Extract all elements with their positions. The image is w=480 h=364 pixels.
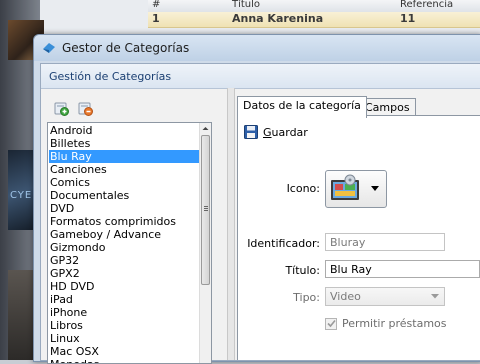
cover-text: CYE [10, 190, 33, 201]
scroll-up-arrow-icon[interactable] [200, 123, 211, 134]
cell-number: 1 [152, 12, 160, 25]
grip-line [204, 206, 208, 207]
type-label: Tipo: [293, 291, 320, 304]
list-item[interactable]: Mac OSX [49, 345, 200, 358]
cell-title: Anna Karenina [232, 12, 324, 25]
film-video-icon [331, 174, 359, 200]
identifier-field[interactable]: Bluray [325, 233, 445, 251]
scroll-thumb[interactable] [201, 135, 210, 285]
list-item[interactable]: iPad [49, 293, 200, 306]
list-item[interactable]: Android [49, 124, 200, 137]
title-field[interactable]: Blu Ray [325, 260, 480, 278]
floppy-disk-icon [244, 125, 258, 139]
title-bar[interactable]: Gestor de Categorías [34, 35, 480, 61]
section-header: Gestión de Categorías [41, 64, 480, 89]
tab-bar: Datos de la categoría Campos [237, 96, 480, 118]
add-category-icon[interactable] [53, 100, 69, 116]
list-item[interactable]: Gameboy / Advance [49, 228, 200, 241]
category-list[interactable]: MonedasMac OSXLinuxLibrosiPhoneiPadHD DV… [47, 122, 212, 364]
list-item[interactable]: GP32 [49, 254, 200, 267]
list-item[interactable]: Formatos comprimidos [49, 215, 200, 228]
list-item[interactable]: Linux [49, 332, 200, 345]
type-select[interactable]: Video [325, 287, 445, 306]
dialog-title: Gestor de Categorías [62, 41, 190, 55]
delete-category-icon[interactable] [77, 100, 93, 116]
column-header-title[interactable]: Título [232, 0, 260, 10]
icon-picker-dropdown[interactable] [325, 170, 387, 208]
list-item[interactable]: Comics [49, 176, 200, 189]
grip-line [204, 208, 208, 209]
list-item[interactable]: Blu Ray [49, 150, 200, 163]
list-item[interactable]: Libros [49, 319, 200, 332]
grip-line [204, 210, 208, 211]
list-item[interactable]: Gizmondo [49, 241, 200, 254]
app-icon [43, 43, 55, 53]
identifier-label: Identificador: [247, 237, 320, 250]
list-item[interactable]: Monedas [49, 358, 200, 363]
table-row[interactable]: 1 Anna Karenina 11 [148, 12, 480, 28]
column-header-number[interactable]: # [152, 0, 160, 10]
section-title: Gestión de Categorías [49, 70, 172, 83]
icon-label: Icono: [286, 182, 320, 195]
checkmark-icon [327, 319, 336, 328]
category-manager-dialog: Gestor de Categorías Gestión de Categorí… [33, 34, 480, 364]
allow-loans-label: Permitir préstamos [342, 317, 447, 330]
list-item[interactable]: Billetes [49, 137, 200, 150]
list-item[interactable]: iPhone [49, 306, 200, 319]
allow-loans-checkbox[interactable] [325, 318, 337, 330]
chevron-down-icon [431, 294, 439, 299]
tab-panel: Guardar Icono: Identificador: Bluray Tít… [237, 115, 480, 360]
list-item[interactable]: HD DVD [49, 280, 200, 293]
panel-splitter[interactable] [227, 88, 235, 360]
column-header-reference[interactable]: Referencia [400, 0, 453, 10]
list-item[interactable]: Documentales [49, 189, 200, 202]
chevron-down-icon [371, 186, 379, 191]
list-item[interactable]: GPX2 [49, 267, 200, 280]
type-value: Video [330, 290, 361, 303]
tab-category-data[interactable]: Datos de la categoría [237, 96, 367, 118]
cell-reference: 11 [400, 12, 416, 25]
title-label: Título: [285, 264, 320, 277]
list-item[interactable]: DVD [49, 202, 200, 215]
list-scrollbar[interactable] [199, 123, 211, 363]
save-label: Guardar [263, 126, 308, 139]
dialog-body: Gestión de Categorías MonedasMac OSXLinu… [40, 63, 480, 364]
list-item[interactable]: Canciones [49, 163, 200, 176]
